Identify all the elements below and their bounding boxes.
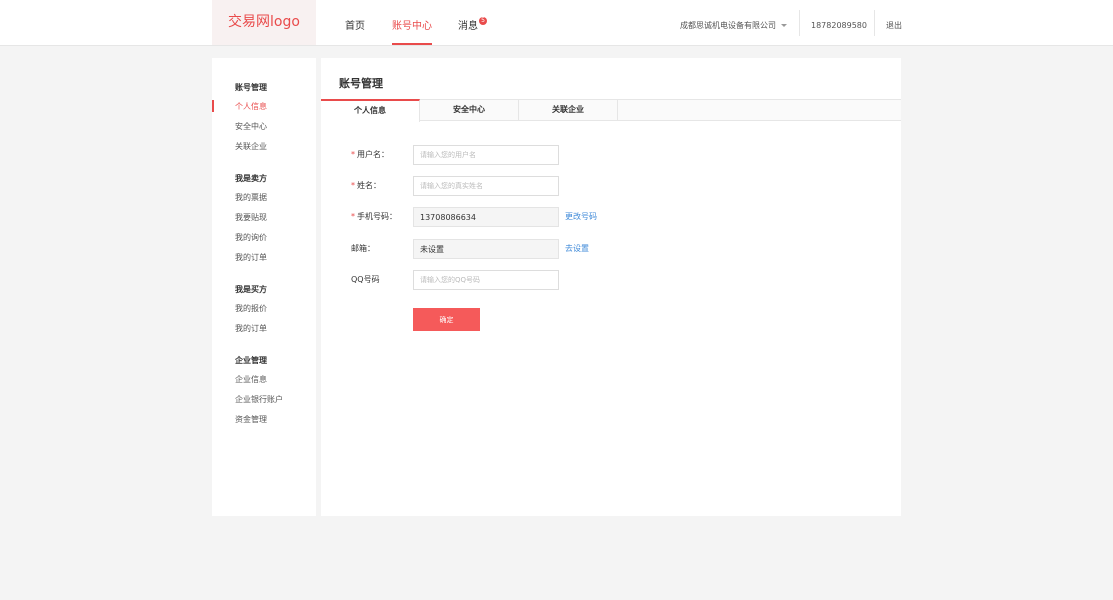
required-mark: * [351, 150, 355, 159]
sidebar-item-security-center[interactable]: 安全中心 [235, 121, 267, 132]
sidebar-item-my-bills[interactable]: 我的票据 [235, 192, 267, 203]
required-mark: * [351, 212, 355, 221]
tab-bar: 个人信息 安全中心 关联企业 [321, 99, 901, 122]
sidebar-item-seller-orders[interactable]: 我的订单 [235, 252, 267, 263]
set-email-link[interactable]: 去设置 [565, 239, 589, 259]
company-switcher[interactable]: 成都思诚机电设备有限公司 [680, 0, 787, 45]
qq-label: QQ号码 [351, 275, 380, 284]
tab-security-center[interactable]: 安全中心 [420, 99, 519, 121]
sidebar-item-discount[interactable]: 我要贴现 [235, 212, 267, 223]
sidebar-group-seller: 我是卖方 [235, 174, 267, 183]
sidebar-item-my-quotes[interactable]: 我的报价 [235, 303, 267, 314]
qq-input[interactable] [413, 270, 559, 290]
sidebar-item-buyer-orders[interactable]: 我的订单 [235, 323, 267, 334]
site-logo[interactable]: 交易网logo [212, 0, 316, 45]
sidebar-group-company: 企业管理 [235, 356, 267, 365]
mobile-field [413, 207, 559, 227]
sidebar-item-linked-company[interactable]: 关联企业 [235, 141, 267, 152]
chevron-down-icon [781, 24, 787, 27]
nav-account-center[interactable]: 账号中心 [392, 0, 432, 45]
change-mobile-link[interactable]: 更改号码 [565, 207, 597, 227]
sidebar-item-bank-accounts[interactable]: 企业银行账户 [235, 394, 283, 405]
page-title: 账号管理 [339, 77, 383, 90]
sidebar-group-account: 账号管理 [235, 83, 267, 92]
tab-linked-company[interactable]: 关联企业 [519, 99, 618, 121]
name-label: * 姓名： [351, 181, 381, 190]
main-panel: 账号管理 个人信息 安全中心 关联企业 *用户名： *姓名： *手机号码： 更改… [321, 58, 901, 516]
message-count-badge: 5 [479, 17, 487, 25]
mobile-label: * 手机号码： [351, 212, 397, 221]
nav-messages[interactable]: 消息 [458, 0, 478, 45]
sidebar-item-company-info[interactable]: 企业信息 [235, 374, 267, 385]
top-header: 交易网logo 首页 账号中心 消息 5 成都思诚机电设备有限公司 187820… [0, 0, 1113, 46]
sidebar-group-buyer: 我是买方 [235, 285, 267, 294]
tab-personal-info[interactable]: 个人信息 [321, 99, 420, 122]
sidebar-item-funds[interactable]: 资金管理 [235, 414, 267, 425]
header-divider [799, 10, 800, 36]
name-input[interactable] [413, 176, 559, 196]
user-phone: 18782089580 [811, 21, 867, 30]
logout-link[interactable]: 退出 [886, 0, 902, 45]
company-name: 成都思诚机电设备有限公司 [680, 21, 776, 30]
email-field [413, 239, 559, 259]
sidebar: 账号管理 个人信息 安全中心 关联企业 我是卖方 我的票据 我要贴现 我的询价 … [212, 58, 316, 516]
confirm-button[interactable]: 确定 [413, 308, 480, 331]
header-divider [874, 10, 875, 36]
sidebar-item-my-inquiries[interactable]: 我的询价 [235, 232, 267, 243]
email-label: 邮箱： [351, 244, 375, 253]
sidebar-item-personal-info[interactable]: 个人信息 [235, 101, 267, 112]
username-label: * 用户名： [351, 150, 389, 159]
active-item-indicator [212, 100, 214, 112]
username-input[interactable] [413, 145, 559, 165]
nav-home[interactable]: 首页 [345, 0, 365, 45]
required-mark: * [351, 181, 355, 190]
